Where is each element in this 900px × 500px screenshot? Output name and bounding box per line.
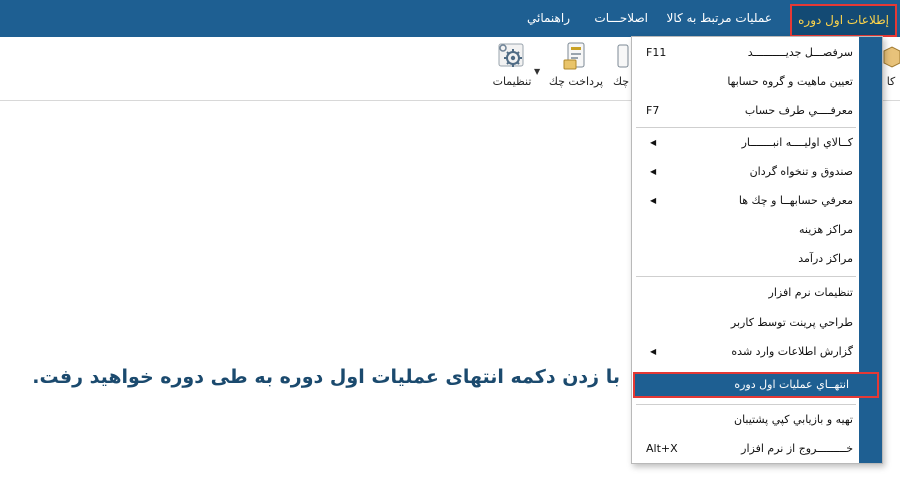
menubar: إطلاعات اول دوره عمليات مرتبط به كالا اص…	[0, 0, 900, 37]
settings-tool-label: تنظيمات	[492, 75, 532, 88]
check-card-icon	[563, 42, 585, 70]
menu-item-label: كــالاي اوليــــه انبـــــــار	[741, 136, 853, 149]
menu-item-counterparty[interactable]: معرفــــي طرف حساب F7	[632, 96, 859, 125]
submenu-arrow-icon: ◀	[650, 347, 657, 356]
menu-item-cost-centers[interactable]: مراكز هزينه	[632, 215, 859, 244]
menu-item-end-first-period[interactable]: انتهــاي عمليات اول دوره	[633, 372, 879, 398]
menu-item-shortcut: F11	[646, 46, 667, 59]
menu-first-period-info[interactable]: إطلاعات اول دوره	[790, 4, 897, 37]
menu-item-cash-funds[interactable]: صندوق و تنخواه گردان ◀	[632, 157, 859, 186]
chevron-down-icon[interactable]: ▼	[534, 67, 540, 76]
menu-item-label: مراكز درآمد	[798, 252, 853, 265]
menu-item-label: گزارش اطلاعات وارد شده	[731, 345, 853, 358]
menu-item-label: خـــــــــروج از نرم افزار	[741, 442, 853, 455]
menu-item-shortcut: Alt+X	[646, 442, 678, 455]
gear-icon	[498, 43, 524, 67]
goods-tool-label: كا	[886, 75, 896, 88]
menu-item-label: تعيين ماهيت و گروه حسابها	[727, 75, 853, 88]
menu-item-print-designer[interactable]: طراحي پرينت توسط كاربر	[632, 308, 859, 337]
check-tool-button[interactable]: چك	[610, 41, 632, 97]
menu-item-label: مراكز هزينه	[799, 223, 853, 236]
menu-help[interactable]: راهنمائي	[527, 0, 570, 37]
menu-item-new-heading[interactable]: سرفصـــل جديــــــــــد F11	[632, 38, 859, 67]
menu-item-label: طراحي پرينت توسط كاربر	[730, 316, 853, 329]
check-payment-tool-label: پرداخت چك	[548, 75, 604, 88]
menu-separator	[636, 276, 856, 277]
menu-goods-operations[interactable]: عمليات مرتبط به كالا	[667, 0, 772, 37]
instruction-caption: با زدن دکمه انتهای عملیات اول دوره به طی…	[32, 366, 620, 388]
menu-item-label: صندوق و تنخواه گردان	[749, 165, 853, 178]
menu-item-label: معرفي حسابهــا و چك ها	[738, 194, 853, 207]
menu-item-label: معرفــــي طرف حساب	[744, 104, 853, 117]
menu-item-initial-inventory[interactable]: كــالاي اوليــــه انبـــــــار ◀	[632, 128, 859, 157]
menu-item-label: سرفصـــل جديــــــــــد	[747, 46, 853, 59]
menu-item-label: تنظيمات نرم افزار	[768, 286, 853, 299]
submenu-arrow-icon: ◀	[650, 138, 657, 147]
menu-item-software-settings[interactable]: تنظيمات نرم افزار	[632, 278, 859, 307]
check-icon	[617, 44, 629, 68]
submenu-arrow-icon: ◀	[650, 196, 657, 205]
menu-item-label: انتهــاي عمليات اول دوره	[734, 378, 849, 391]
menu-item-entered-data-report[interactable]: گزارش اطلاعات وارد شده ◀	[632, 337, 859, 366]
menu-item-account-types[interactable]: تعيين ماهيت و گروه حسابها	[632, 67, 859, 96]
menu-item-exit[interactable]: خـــــــــروج از نرم افزار Alt+X	[632, 434, 859, 463]
goods-tool-button[interactable]: كا	[882, 41, 900, 97]
menu-item-label: تهيه و بازيابي كپي پشتيبان	[733, 413, 853, 426]
menu-item-income-centers[interactable]: مراكز درآمد	[632, 244, 859, 273]
settings-tool-button[interactable]: تنظيمات	[488, 41, 536, 97]
menu-item-shortcut: F7	[646, 104, 660, 117]
check-payment-tool-button[interactable]: پرداخت چك	[545, 41, 607, 97]
submenu-arrow-icon: ◀	[650, 167, 657, 176]
menu-item-accounts-checks[interactable]: معرفي حسابهــا و چك ها ◀	[632, 186, 859, 215]
menu-item-backup-restore[interactable]: تهيه و بازيابي كپي پشتيبان	[632, 405, 859, 434]
menu-corrections[interactable]: اصلاحـــات	[594, 0, 648, 37]
check-tool-label: چك	[612, 75, 630, 88]
dropdown-side-strip	[859, 37, 882, 463]
box-icon	[883, 46, 900, 68]
first-period-dropdown-menu: سرفصـــل جديــــــــــد F11 تعيين ماهيت …	[631, 36, 883, 464]
